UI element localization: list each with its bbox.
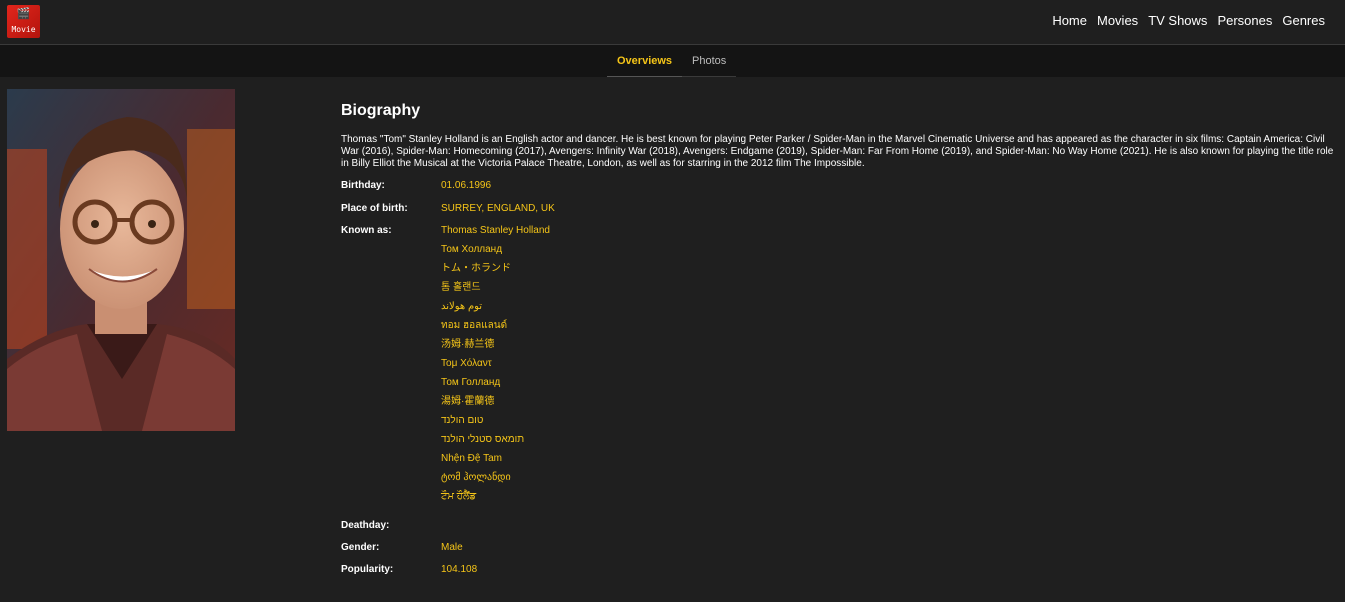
sub-nav: Overviews Photos [0,45,1345,77]
film-icon: 🎬 [16,7,31,20]
person-tabs: Overviews Photos [607,45,737,77]
person-portrait [7,89,235,431]
known-as-row: Known as: Thomas Stanley Holland Том Хол… [341,221,1337,506]
nav-genres[interactable]: Genres [1282,12,1325,30]
known-as-item: טום הולנד [441,415,484,426]
known-as-item: 汤姆·赫兰德 [441,339,495,350]
known-as-item: 湯姆·霍蘭德 [441,396,495,407]
nav-tv-shows[interactable]: TV Shows [1148,12,1207,30]
known-as-item: Том Голланд [441,377,501,388]
known-as-item: ਟੌਮ ਹੌਲੈਂਡ [441,491,477,502]
known-as-item: Τομ Χόλαντ [441,358,492,369]
known-as-item: Thomas Stanley Holland [441,225,550,236]
known-as-item: Том Холланд [441,244,503,255]
known-as-item: Nhện Đệ Tam [441,453,502,464]
place-of-birth-row: Place of birth: SURREY, ENGLAND, UK [341,199,1337,218]
biography-title: Biography [341,102,421,119]
deathday-label: Deathday: [341,520,390,531]
gender-label: Gender: [341,542,380,553]
gender-row: Gender: Male [341,538,1337,557]
portrait-image [7,89,235,431]
gender-value: Male [441,542,463,553]
popularity-row: Popularity: 104.108 [341,560,1337,579]
birthday-value: 01.06.1996 [441,180,492,191]
tab-overviews[interactable]: Overviews [607,45,683,77]
birthday-row: Birthday: 01.06.1996 [341,176,1337,195]
place-of-birth-label: Place of birth: [341,203,408,214]
nav-home[interactable]: Home [1052,12,1087,30]
logo-text: Movie [11,25,36,34]
known-as-list: Thomas Stanley Holland Том Холланд トム・ホラ… [441,221,550,506]
app-logo[interactable]: 🎬 Movie [7,5,40,38]
birthday-label: Birthday: [341,180,385,191]
popularity-value: 104.108 [441,564,478,575]
biography-text: Thomas "Tom" Stanley Holland is an Engli… [341,134,1334,169]
nav-persones[interactable]: Persones [1217,12,1272,30]
person-details: Biography Thomas "Tom" Stanley Holland i… [341,100,1337,579]
known-as-label: Known as: [341,225,392,236]
known-as-item: 톰 홀랜드 [441,282,481,293]
deathday-row: Deathday: [341,516,1337,535]
known-as-item: توم هولاند [441,301,483,312]
known-as-item: トム・ホランド [441,263,511,274]
known-as-item: ტომ ჰოლანდი [441,472,511,483]
main-nav: Home Movies TV Shows Persones Genres [1052,12,1325,30]
top-header: 🎬 Movie Home Movies TV Shows Persones Ge… [0,0,1345,45]
place-of-birth-value: SURREY, ENGLAND, UK [441,203,555,214]
known-as-item: תומאס סטנלי הולנד [441,434,525,445]
known-as-item: ทอม ฮอลแลนด์ [441,320,508,331]
nav-movies[interactable]: Movies [1097,12,1138,30]
popularity-label: Popularity: [341,564,394,575]
tab-photos[interactable]: Photos [682,45,737,77]
